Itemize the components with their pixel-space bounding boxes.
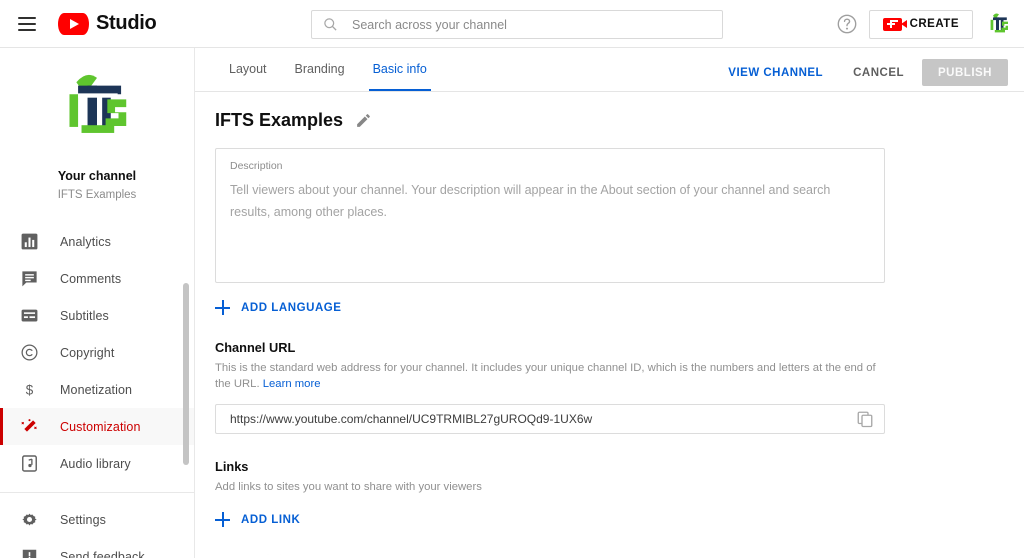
sidebar-item-label: Copyright bbox=[60, 345, 115, 360]
learn-more-link[interactable]: Learn more bbox=[263, 378, 321, 390]
sidebar-item-label: Comments bbox=[60, 271, 122, 286]
copyright-icon bbox=[18, 342, 40, 364]
pencil-icon[interactable] bbox=[355, 112, 372, 129]
links-description: Add links to sites you want to share wit… bbox=[215, 481, 482, 493]
help-circle-icon[interactable] bbox=[836, 13, 858, 35]
channel-url-section: Channel URL This is the standard web add… bbox=[215, 340, 887, 434]
sidebar-item-settings[interactable]: Settings bbox=[0, 501, 194, 538]
sidebar-item-label: Analytics bbox=[60, 234, 111, 249]
search-bar[interactable] bbox=[311, 10, 723, 39]
search-icon bbox=[324, 18, 337, 31]
comment-icon bbox=[18, 268, 40, 290]
sidebar-item-subtitles[interactable]: Subtitles bbox=[0, 297, 194, 334]
publish-button[interactable]: PUBLISH bbox=[922, 59, 1008, 86]
sidebar-scrollbar[interactable] bbox=[183, 283, 189, 465]
channel-url-field[interactable]: https://www.youtube.com/channel/UC9TRMIB… bbox=[215, 404, 885, 434]
channel-url-title: Channel URL bbox=[215, 340, 296, 355]
sidebar-item-label: Monetization bbox=[60, 382, 133, 397]
gear-icon bbox=[18, 509, 40, 531]
tab-basic-info[interactable]: Basic info bbox=[359, 48, 441, 91]
basic-info-panel: IFTS Examples Description Tell viewers a… bbox=[195, 92, 1024, 558]
contact-info-section: Contact info Let people know how to cont… bbox=[215, 552, 887, 558]
description-placeholder: Tell viewers about your channel. Your de… bbox=[230, 183, 831, 219]
avatar-image bbox=[984, 9, 1014, 39]
page-actions: VIEW CHANNEL CANCEL PUBLISH bbox=[716, 59, 1008, 86]
sidebar-item-copyright[interactable]: Copyright bbox=[0, 334, 194, 371]
tab-branding[interactable]: Branding bbox=[281, 48, 359, 91]
channel-logo-ifts bbox=[54, 65, 140, 151]
sidebar-item-label: Subtitles bbox=[60, 308, 109, 323]
links-section: Links Add links to sites you want to sha… bbox=[215, 459, 887, 527]
plus-icon bbox=[215, 300, 230, 315]
links-title: Links bbox=[215, 459, 249, 474]
youtube-logo-icon bbox=[58, 12, 89, 35]
create-button[interactable]: CREATE bbox=[868, 9, 973, 39]
your-channel-label: Your channel bbox=[57, 169, 137, 183]
sidebar-divider bbox=[0, 492, 194, 493]
channel-url-value: https://www.youtube.com/channel/UC9TRMIB… bbox=[230, 412, 593, 426]
sidebar-item-analytics[interactable]: Analytics bbox=[0, 223, 194, 260]
main-content: Layout Branding Basic info VIEW CHANNEL … bbox=[195, 48, 1024, 558]
video-camera-plus-icon bbox=[882, 17, 907, 31]
page-title: IFTS Examples bbox=[215, 109, 344, 130]
bar-chart-icon bbox=[18, 231, 40, 253]
brand-label: Studio bbox=[96, 12, 157, 34]
add-language-label: ADD LANGUAGE bbox=[241, 301, 342, 314]
contact-info-title: Contact info bbox=[215, 552, 887, 558]
copy-icon[interactable] bbox=[856, 410, 874, 428]
sidebar-item-label: Customization bbox=[60, 419, 141, 434]
sidebar-item-label: Settings bbox=[60, 512, 106, 527]
plus-icon bbox=[215, 512, 230, 527]
sidebar-item-label: Send feedback bbox=[60, 549, 145, 558]
feedback-icon bbox=[18, 546, 40, 558]
channel-name-label: IFTS Examples bbox=[57, 189, 137, 201]
add-language-button[interactable]: ADD LANGUAGE bbox=[215, 300, 342, 315]
cancel-button[interactable]: CANCEL bbox=[841, 60, 916, 86]
description-label: Description bbox=[230, 160, 283, 172]
header-actions: CREATE bbox=[836, 0, 1014, 48]
sidebar-item-label: Audio library bbox=[60, 456, 131, 471]
view-channel-button[interactable]: VIEW CHANNEL bbox=[716, 60, 835, 86]
sidebar-nav: Analytics Comments Subtitles Copyright $… bbox=[0, 223, 194, 558]
audio-library-icon bbox=[18, 453, 40, 475]
sidebar-item-audio-library[interactable]: Audio library bbox=[0, 445, 194, 482]
title-row: IFTS Examples bbox=[215, 106, 1024, 134]
dollar-icon: $ bbox=[18, 379, 40, 401]
add-link-button[interactable]: ADD LINK bbox=[215, 512, 300, 527]
description-field[interactable]: Description Tell viewers about your chan… bbox=[215, 148, 885, 283]
app-header: Studio CREATE bbox=[0, 0, 1024, 48]
channel-url-description: This is the standard web address for you… bbox=[215, 360, 887, 392]
sidebar: Your channel IFTS Examples Analytics Com… bbox=[0, 48, 195, 558]
sidebar-item-monetization[interactable]: $ Monetization bbox=[0, 371, 194, 408]
studio-brand[interactable]: Studio bbox=[58, 12, 157, 35]
sidebar-item-send-feedback[interactable]: Send feedback bbox=[0, 538, 194, 558]
tab-layout[interactable]: Layout bbox=[215, 48, 281, 91]
subtitles-icon bbox=[18, 305, 40, 327]
sidebar-item-comments[interactable]: Comments bbox=[0, 260, 194, 297]
channel-avatar[interactable] bbox=[984, 9, 1014, 39]
add-link-label: ADD LINK bbox=[241, 513, 301, 526]
sidebar-item-customization[interactable]: Customization bbox=[0, 408, 194, 445]
hamburger-icon[interactable] bbox=[18, 12, 42, 36]
svg-text:$: $ bbox=[25, 383, 33, 398]
magic-wand-icon bbox=[18, 416, 40, 438]
channel-summary[interactable]: Your channel IFTS Examples bbox=[0, 48, 194, 201]
search-input[interactable] bbox=[350, 11, 711, 38]
create-button-label: CREATE bbox=[909, 18, 959, 30]
